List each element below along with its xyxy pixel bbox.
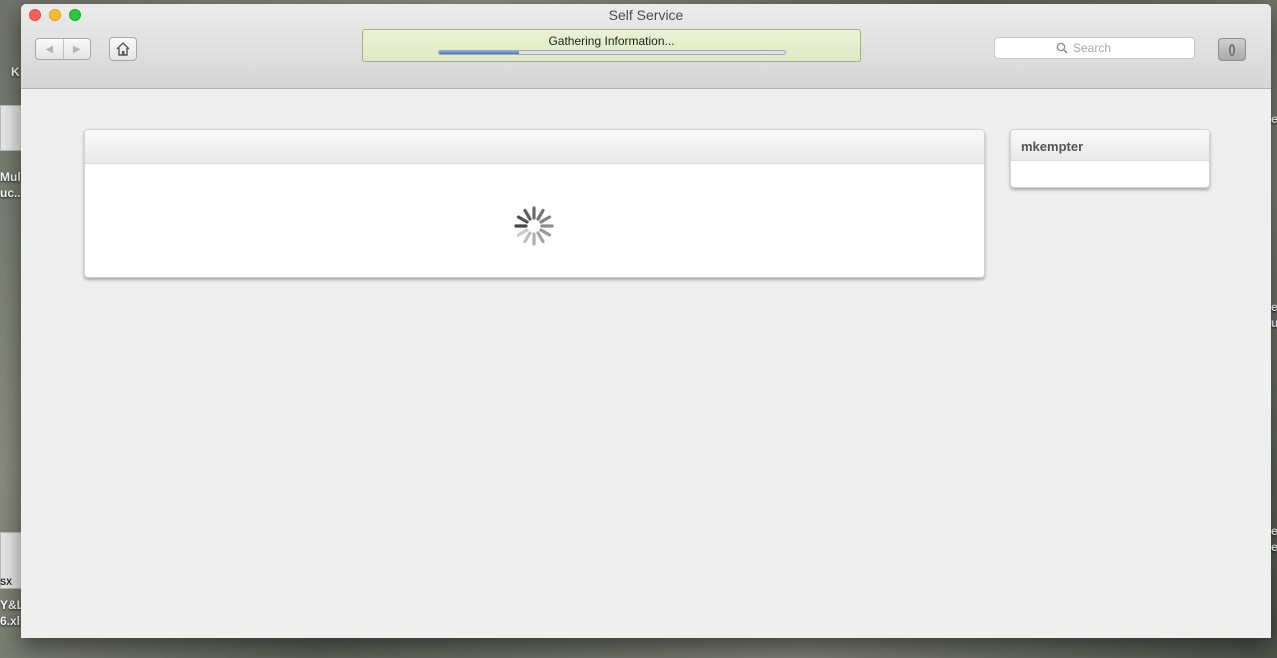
back-button[interactable]: ◀ — [36, 39, 63, 59]
search-icon — [1056, 42, 1068, 54]
desktop-label: u — [1271, 316, 1277, 330]
progress-bar — [438, 50, 786, 55]
spinner-icon — [514, 206, 554, 246]
spinner-spoke — [539, 215, 552, 224]
progress-fill — [439, 51, 519, 54]
search-field[interactable] — [994, 37, 1195, 59]
chevron-left-icon: ◀ — [45, 43, 54, 55]
content-area: mkempter — [21, 89, 1271, 638]
home-button[interactable] — [109, 37, 137, 61]
panel-header — [85, 130, 984, 164]
desktop-label: e — [1271, 112, 1277, 126]
chevron-right-icon: ▶ — [72, 43, 81, 55]
window-title: Self Service — [608, 7, 684, 23]
spinner-spoke — [516, 228, 529, 237]
sidebar-toggle-button[interactable] — [1218, 38, 1246, 61]
toolbar: Self Service ◀ ▶ Gathering Information..… — [21, 4, 1271, 89]
spinner-spoke — [523, 208, 532, 221]
nav-back-forward: ◀ ▶ — [35, 38, 91, 60]
spinner-spoke — [523, 231, 532, 244]
status-bar: Gathering Information... — [362, 29, 861, 62]
status-message: Gathering Information... — [548, 34, 675, 48]
user-panel: mkempter — [1010, 129, 1210, 188]
spinner-spoke — [536, 231, 545, 244]
home-icon — [116, 42, 130, 56]
spinner-spoke — [539, 228, 552, 237]
self-service-window: Self Service ◀ ▶ Gathering Information..… — [21, 4, 1271, 638]
desktop-label: SX — [0, 577, 13, 587]
desktop-label: e — [1271, 540, 1277, 554]
desktop-file-icon[interactable] — [0, 105, 23, 151]
desktop-label: e — [1271, 300, 1277, 314]
forward-button[interactable]: ▶ — [62, 39, 91, 59]
spinner-spoke — [536, 208, 545, 221]
spinner-spoke — [516, 215, 529, 224]
search-input[interactable] — [1073, 41, 1133, 55]
main-panel — [84, 129, 985, 278]
username-label: mkempter — [1011, 130, 1209, 161]
desktop-label: Mul — [0, 170, 21, 184]
desktop-label: K — [11, 65, 20, 79]
desktop-label: e — [1271, 524, 1277, 538]
sidebar-toggle-icon — [1229, 43, 1235, 56]
